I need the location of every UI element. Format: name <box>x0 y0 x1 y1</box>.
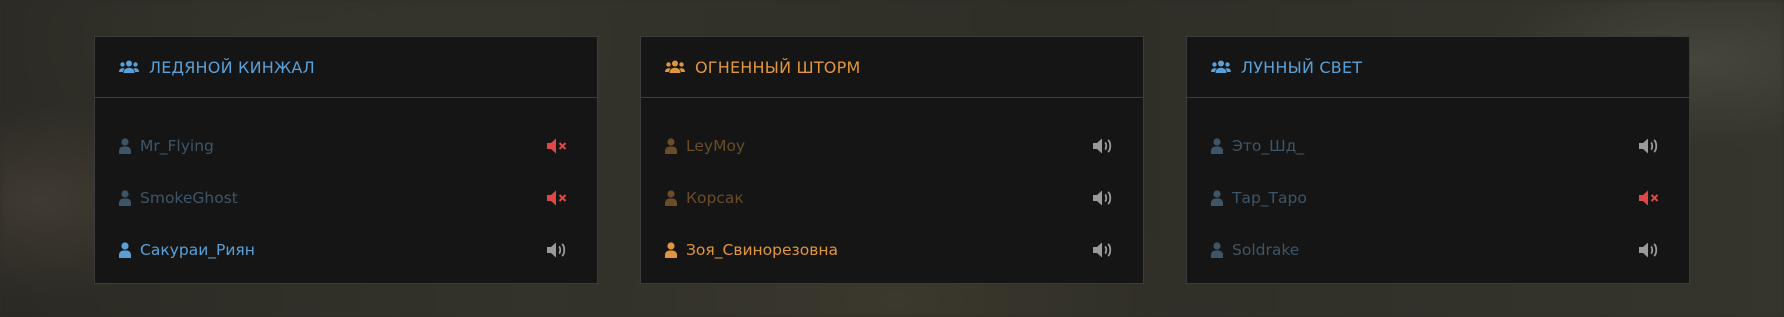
player-row: Корсак <box>641 172 1143 224</box>
team-name: ЛЕДЯНОЙ КИНЖАЛ <box>149 57 315 77</box>
player-row: Soldrake <box>1187 224 1689 276</box>
team-icon <box>119 60 139 73</box>
player-name: Mr_Flying <box>140 137 214 155</box>
team-panel-fire-storm: ОГНЕННЫЙ ШТОРМ LeyMoy Корсак Зоя_Свиноре… <box>640 36 1144 284</box>
user-icon <box>665 242 677 258</box>
user-icon <box>119 138 131 154</box>
player-name: Корсак <box>686 189 744 207</box>
speaker-muted-icon[interactable] <box>1639 190 1661 206</box>
player-name: LeyMoy <box>686 137 746 155</box>
team-name: ОГНЕННЫЙ ШТОРМ <box>695 57 861 77</box>
player-row: LeyMoy <box>641 120 1143 172</box>
player-row: Mr_Flying <box>95 120 597 172</box>
team-panel-ice-dagger: ЛЕДЯНОЙ КИНЖАЛ Mr_Flying SmokeGhost Саку… <box>94 36 598 284</box>
player-name: Soldrake <box>1232 241 1300 259</box>
player-row: Сакураи_Риян <box>95 224 597 276</box>
speaker-muted-icon[interactable] <box>547 190 569 206</box>
player-name: SmokeGhost <box>140 189 238 207</box>
team-header: ОГНЕННЫЙ ШТОРМ <box>641 37 1143 98</box>
user-icon <box>1211 242 1223 258</box>
speaker-on-icon[interactable] <box>1093 242 1115 258</box>
team-name: ЛУННЫЙ СВЕТ <box>1241 57 1363 77</box>
speaker-on-icon[interactable] <box>1639 138 1661 154</box>
player-name: Это_Шд_ <box>1232 137 1305 155</box>
user-icon <box>1211 138 1223 154</box>
user-icon <box>119 242 131 258</box>
player-name: Сакураи_Риян <box>140 241 255 259</box>
team-header: ЛЕДЯНОЙ КИНЖАЛ <box>95 37 597 98</box>
player-row: SmokeGhost <box>95 172 597 224</box>
team-panel-moonlight: ЛУННЫЙ СВЕТ Это_Шд_ Тар_Таро Soldrake <box>1186 36 1690 284</box>
user-icon <box>1211 190 1223 206</box>
player-name: Тар_Таро <box>1232 189 1307 207</box>
speaker-muted-icon[interactable] <box>547 138 569 154</box>
user-icon <box>665 190 677 206</box>
speaker-on-icon[interactable] <box>1639 242 1661 258</box>
player-row: Это_Шд_ <box>1187 120 1689 172</box>
speaker-on-icon[interactable] <box>1093 138 1115 154</box>
player-name: Зоя_Свинорезовна <box>686 241 839 259</box>
speaker-on-icon[interactable] <box>1093 190 1115 206</box>
player-row: Зоя_Свинорезовна <box>641 224 1143 276</box>
speaker-on-icon[interactable] <box>547 242 569 258</box>
user-icon <box>665 138 677 154</box>
team-header: ЛУННЫЙ СВЕТ <box>1187 37 1689 98</box>
team-icon <box>665 60 685 73</box>
player-row: Тар_Таро <box>1187 172 1689 224</box>
user-icon <box>119 190 131 206</box>
team-icon <box>1211 60 1231 73</box>
